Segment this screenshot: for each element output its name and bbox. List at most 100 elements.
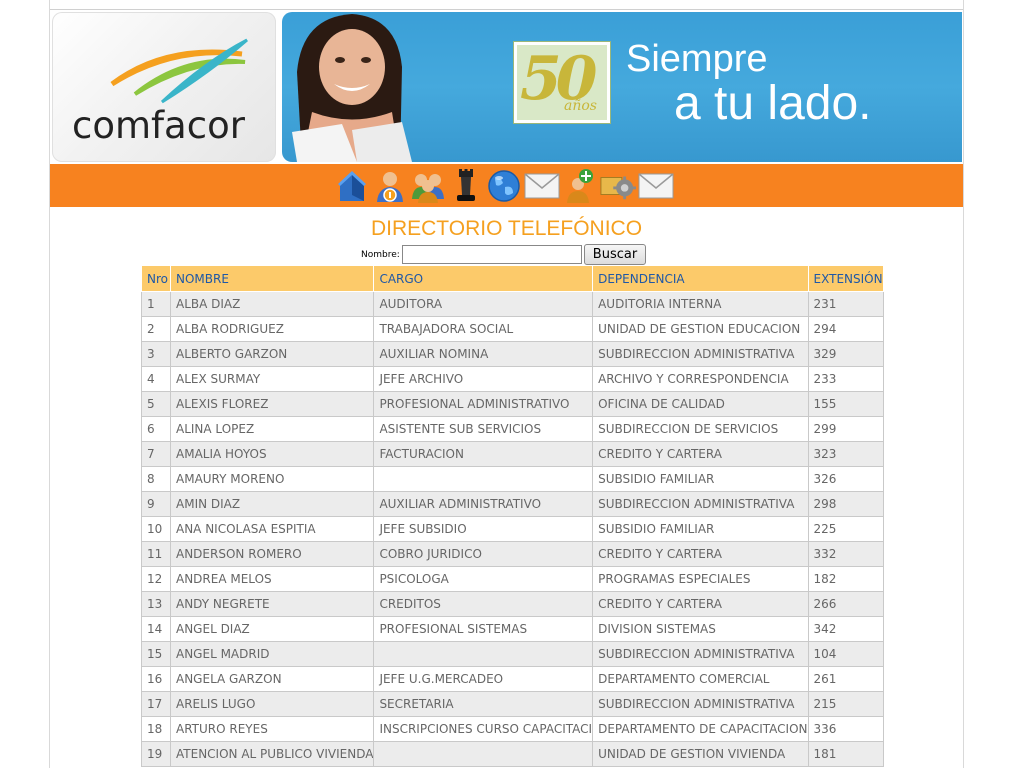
cell-nro: 6 <box>141 416 171 442</box>
cell-nro: 8 <box>141 466 171 492</box>
cell-dependencia: PROGRAMAS ESPECIALES <box>592 566 809 592</box>
cell-dependencia: SUBSIDIO FAMILIAR <box>592 516 809 542</box>
users-group-icon[interactable] <box>410 167 446 205</box>
column-header-nro[interactable]: Nro <box>141 265 171 292</box>
cell-extension: 215 <box>807 691 884 717</box>
cell-nro: 3 <box>141 341 171 367</box>
cell-extension: 299 <box>807 416 884 442</box>
column-header-nombre[interactable]: NOMBRE <box>169 265 375 292</box>
chess-icon[interactable] <box>448 167 484 205</box>
table-row: 12 ANDREA MELOS PSICOLOGA PROGRAMAS ESPECIA… <box>141 566 884 592</box>
cell-dependencia: OFICINA DE CALIDAD <box>592 391 809 417</box>
cell-extension: 181 <box>807 741 884 767</box>
cell-cargo: AUXILIAR NOMINA <box>373 341 594 367</box>
table-row: 7 AMALIA HOYOS FACTURACION CREDITO Y CARTER… <box>141 441 884 467</box>
cell-extension: 342 <box>807 616 884 642</box>
table-row: 13 ANDY NEGRETE CREDITOS CREDITO Y CARTERA 2… <box>141 591 884 617</box>
table-row: 3 ALBERTO GARZON AUXILIAR NOMINA SUBDIRECCI… <box>141 341 884 367</box>
column-header-cargo[interactable]: CARGO <box>373 265 594 292</box>
cell-nro: 5 <box>141 391 171 417</box>
column-header-dependencia[interactable]: DEPENDENCIA <box>592 265 809 292</box>
table-body: 1 ALBA DIAZ AUDITORA AUDITORIA INTERNA 231 2 A… <box>141 291 884 767</box>
nav-bar <box>50 164 963 207</box>
cell-dependencia: DIVISION SISTEMAS <box>592 616 809 642</box>
cell-nro: 19 <box>141 741 171 767</box>
woman-photo <box>292 14 412 162</box>
cell-nombre: ALBERTO GARZON <box>169 341 375 367</box>
cell-nombre: ALEX SURMAY <box>169 366 375 392</box>
cell-nombre: ANGEL MADRID <box>169 641 375 667</box>
cell-nombre: AMIN DIAZ <box>169 491 375 517</box>
cell-extension: 231 <box>807 291 884 317</box>
cell-dependencia: SUBDIRECCION ADMINISTRATIVA <box>592 641 809 667</box>
cell-dependencia: SUBDIRECCION ADMINISTRATIVA <box>592 691 809 717</box>
table-row: 11 ANDERSON ROMERO COBRO JURIDICO CREDITO Y… <box>141 541 884 567</box>
cell-cargo: PROFESIONAL SISTEMAS <box>373 616 594 642</box>
table-row: 6 ALINA LOPEZ ASISTENTE SUB SERVICIOS SUBDI… <box>141 416 884 442</box>
table-row: 2 ALBA RODRIGUEZ TRABAJADORA SOCIAL UNIDAD … <box>141 316 884 342</box>
cell-nombre: ALBA DIAZ <box>169 291 375 317</box>
cell-cargo: TRABAJADORA SOCIAL <box>373 316 594 342</box>
cell-nro: 18 <box>141 716 171 742</box>
table-row: 4 ALEX SURMAY JEFE ARCHIVO ARCHIVO Y CORRES… <box>141 366 884 392</box>
cell-cargo: ASISTENTE SUB SERVICIOS <box>373 416 594 442</box>
table-row: 16 ANGELA GARZON JEFE U.G.MERCADEO DEPARTAM… <box>141 666 884 692</box>
cell-dependencia: SUBSIDIO FAMILIAR <box>592 466 809 492</box>
table-row: 8 AMAURY MORENO SUBSIDIO FAMILIAR 326 <box>141 466 884 492</box>
cell-dependencia: CREDITO Y CARTERA <box>592 591 809 617</box>
cell-dependencia: DEPARTAMENTO COMERCIAL <box>592 666 809 692</box>
cell-extension: 298 <box>807 491 884 517</box>
nav-icons <box>334 166 674 206</box>
cell-nombre: ARTURO REYES <box>169 716 375 742</box>
cell-nombre: ATENCION AL PUBLICO VIVIENDA <box>169 741 375 767</box>
cell-cargo: COBRO JURIDICO <box>373 541 594 567</box>
mail-icon[interactable] <box>524 167 560 205</box>
cell-extension: 329 <box>807 341 884 367</box>
cell-nro: 2 <box>141 316 171 342</box>
cell-nro: 13 <box>141 591 171 617</box>
cell-nro: 15 <box>141 641 171 667</box>
cell-cargo: FACTURACION <box>373 441 594 467</box>
table-row: 19 ATENCION AL PUBLICO VIVIENDA UNIDAD DE … <box>141 741 884 767</box>
page-title: DIRECTORIO TELEFÓNICO <box>370 217 643 240</box>
home-icon[interactable] <box>334 167 370 205</box>
banner-photo: 50 años Siempre a tu lado. <box>282 12 962 162</box>
globe-icon[interactable] <box>486 167 522 205</box>
column-header-extension[interactable]: EXTENSIÓN <box>807 265 884 292</box>
logo[interactable]: comfacor <box>52 12 276 162</box>
settings-icon[interactable] <box>600 167 636 205</box>
cell-nombre: ANGELA GARZON <box>169 666 375 692</box>
mail-icon[interactable] <box>638 167 674 205</box>
cell-nro: 11 <box>141 541 171 567</box>
table-row: 5 ALEXIS FLOREZ PROFESIONAL ADMINISTRATIVO… <box>141 391 884 417</box>
cell-extension: 323 <box>807 441 884 467</box>
add-user-icon[interactable] <box>562 167 598 205</box>
cell-dependencia: ARCHIVO Y CORRESPONDENCIA <box>592 366 809 392</box>
cell-cargo <box>373 641 594 667</box>
cell-cargo: JEFE U.G.MERCADEO <box>373 666 594 692</box>
anniversary-badge: 50 años <box>513 41 611 124</box>
cell-cargo: PROFESIONAL ADMINISTRATIVO <box>373 391 594 417</box>
search-button[interactable]: Buscar <box>583 244 647 265</box>
cell-cargo: PSICOLOGA <box>373 566 594 592</box>
cell-nombre: ANGEL DIAZ <box>169 616 375 642</box>
cell-nombre: AMAURY MORENO <box>169 466 375 492</box>
search-form: Nombre: Buscar <box>361 244 647 265</box>
user-info-icon[interactable] <box>372 167 408 205</box>
search-input[interactable] <box>401 245 582 264</box>
cell-extension: 336 <box>807 716 884 742</box>
cell-extension: 233 <box>807 366 884 392</box>
cell-cargo <box>373 741 594 767</box>
cell-dependencia: UNIDAD DE GESTION VIVIENDA <box>592 741 809 767</box>
cell-cargo: JEFE ARCHIVO <box>373 366 594 392</box>
cell-extension: 104 <box>807 641 884 667</box>
cell-cargo: SECRETARIA <box>373 691 594 717</box>
cell-cargo: CREDITOS <box>373 591 594 617</box>
cell-nro: 1 <box>141 291 171 317</box>
page-container: comfacor 50 años Siempre a tu lado. DIRE… <box>49 0 964 768</box>
cell-extension: 182 <box>807 566 884 592</box>
cell-nombre: ARELIS LUGO <box>169 691 375 717</box>
cell-extension: 155 <box>807 391 884 417</box>
cell-nro: 14 <box>141 616 171 642</box>
table-row: 9 AMIN DIAZ AUXILIAR ADMINISTRATIVO SUBDIRE… <box>141 491 884 517</box>
